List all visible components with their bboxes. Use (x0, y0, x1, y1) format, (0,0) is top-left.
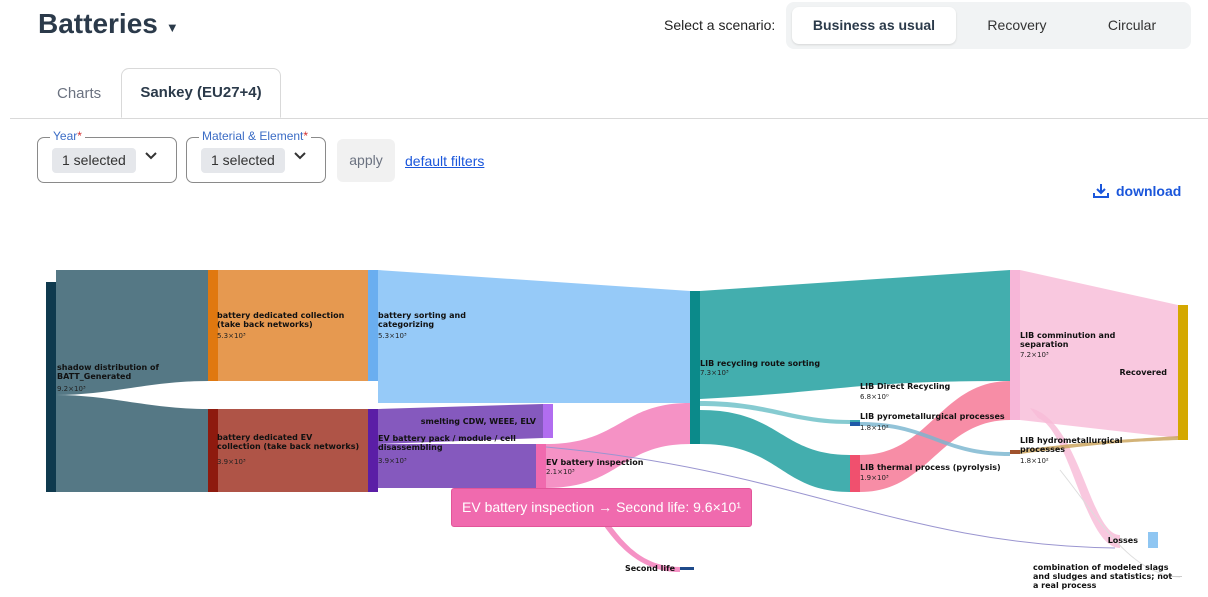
label-lib-sorting: LIB recycling route sorting (700, 359, 820, 368)
node-lib-comminution[interactable] (1010, 270, 1020, 420)
node-sorting[interactable] (368, 270, 378, 381)
node-ev-pack[interactable] (368, 409, 378, 492)
link-sorting-to-lib-sorting[interactable] (378, 270, 690, 403)
value-lib-direct: 6.8×10⁰ (860, 393, 889, 401)
value-lib-pyro: 1.8×10² (860, 424, 889, 432)
value-ev-collection: 3.9×10³ (217, 458, 246, 466)
value-collection: 5.3×10³ (217, 332, 246, 340)
label-lib-pyro: LIB pyrometallurgical processes (860, 412, 1005, 421)
label-losses: Losses (1108, 536, 1139, 545)
link-shadow-to-ev-collection[interactable] (56, 395, 208, 492)
value-lib-hydro: 1.8×10² (1020, 457, 1049, 465)
node-lib-hydro[interactable] (1010, 450, 1020, 454)
value-ev-pack: 3.9×10³ (378, 457, 407, 465)
node-lib-pyro[interactable] (850, 422, 860, 426)
node-second-life[interactable] (680, 567, 694, 570)
label-slags: combination of modeled slags and sludges … (1033, 563, 1172, 590)
value-sorting: 5.3×10³ (378, 332, 407, 340)
node-lib-thermal[interactable] (850, 455, 860, 492)
node-lib-direct[interactable] (850, 420, 860, 422)
label-lib-direct: LIB Direct Recycling (860, 382, 951, 391)
link-lib-sorting-to-comminution[interactable] (700, 270, 1010, 399)
node-smelting[interactable] (543, 404, 553, 438)
node-lib-sorting[interactable] (690, 291, 700, 444)
value-ev-inspection: 2.1×10³ (546, 468, 575, 476)
tab-sankey[interactable]: Sankey (EU27+4) (121, 68, 281, 118)
node-shadow-distribution[interactable] (46, 282, 56, 492)
label-smelting: smelting CDW, WEEE, ELV (421, 417, 537, 426)
label-second-life: Second life (625, 564, 676, 573)
sankey-tooltip: EV battery inspection → Second life: 9.6… (451, 488, 752, 527)
value-lib-thermal: 1.9×10³ (860, 474, 889, 482)
label-recovered: Recovered (1119, 368, 1167, 377)
value-shadow: 9.2×10³ (57, 385, 86, 393)
node-ev-inspection[interactable] (536, 444, 546, 488)
label-ev-inspection: EV battery inspection (546, 458, 644, 467)
value-lib-sorting: 7.3×10³ (700, 369, 729, 377)
node-recovered[interactable] (1178, 305, 1188, 440)
node-losses[interactable] (1148, 532, 1158, 548)
label-lib-thermal: LIB thermal process (pyrolysis) (860, 463, 1001, 472)
value-lib-comminution: 7.2×10³ (1020, 351, 1049, 359)
